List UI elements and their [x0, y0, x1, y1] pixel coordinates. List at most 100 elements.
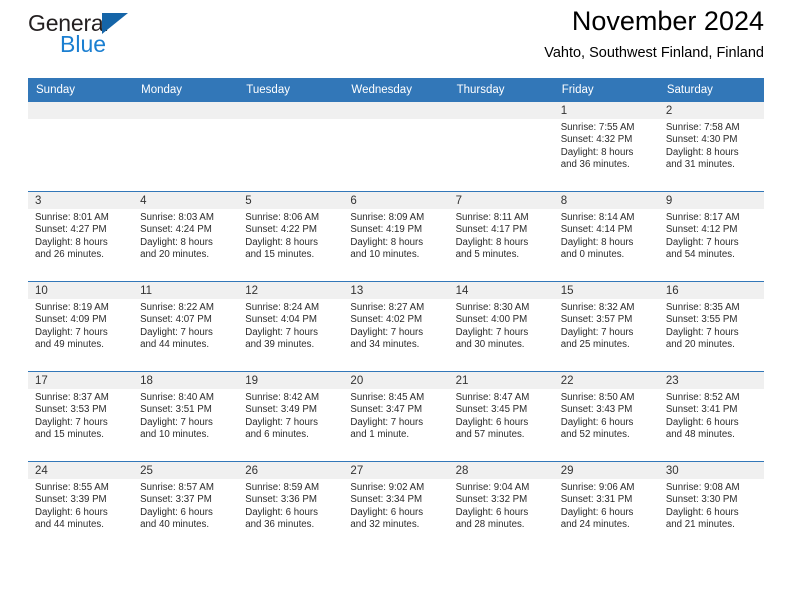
day-number: 7	[448, 192, 554, 209]
day-details: Sunrise: 9:02 AM Sunset: 3:34 PM Daylight:…	[343, 479, 448, 532]
day-detail-daylight2: and 20 minutes.	[140, 249, 210, 261]
calendar-day-cell[interactable]: 25 Sunrise: 8:57 AM Sunset: 3:37 PM Dayligh…	[133, 461, 239, 551]
day-details: Sunrise: 8:06 AM Sunset: 4:22 PM Daylight:…	[238, 209, 343, 262]
day-cell-inner: 19 Sunrise: 8:42 AM Sunset: 3:49 PM Dayligh…	[238, 372, 344, 461]
calendar-day-cell[interactable]: 30 Sunrise: 9:08 AM Sunset: 3:30 PM Dayligh…	[658, 461, 764, 551]
day-detail-sunrise: Sunrise: 8:22 AM	[140, 302, 214, 313]
day-detail-sunset: Sunset: 4:12 PM	[665, 224, 738, 236]
calendar-day-cell[interactable]: 4 Sunrise: 8:03 AM Sunset: 4:24 PM Daylight…	[133, 191, 239, 282]
day-detail-sunset: Sunset: 4:07 PM	[140, 314, 212, 326]
day-detail-daylight1: Daylight: 8 hours	[560, 146, 634, 158]
calendar-day-cell[interactable]: 29 Sunrise: 9:06 AM Sunset: 3:31 PM Dayligh…	[553, 461, 659, 551]
day-details: Sunrise: 9:06 AM Sunset: 3:31 PM Daylight:…	[554, 479, 659, 532]
calendar-day-cell[interactable]: 27 Sunrise: 9:02 AM Sunset: 3:34 PM Dayligh…	[343, 461, 449, 551]
day-detail-sunrise: Sunrise: 9:02 AM	[350, 482, 425, 493]
calendar-day-cell[interactable]: 5 Sunrise: 8:06 AM Sunset: 4:22 PM Daylight…	[238, 191, 344, 282]
day-details: Sunrise: 8:22 AM Sunset: 4:07 PM Daylight:…	[133, 299, 238, 352]
day-detail-sunrise: Sunrise: 8:40 AM	[140, 392, 214, 403]
day-details: Sunrise: 8:11 AM Sunset: 4:17 PM Daylight:…	[449, 209, 554, 262]
calendar-day-cell	[448, 102, 554, 192]
calendar-day-cell[interactable]: 10 Sunrise: 8:19 AM Sunset: 4:09 PM Dayligh…	[28, 281, 134, 372]
calendar-day-cell[interactable]: 12 Sunrise: 8:24 AM Sunset: 4:04 PM Dayligh…	[238, 281, 344, 372]
day-detail-sunrise: Sunrise: 8:59 AM	[245, 482, 320, 493]
calendar-day-cell[interactable]: 7 Sunrise: 8:11 AM Sunset: 4:17 PM Daylight…	[448, 191, 554, 282]
day-detail-daylight2: and 6 minutes.	[245, 429, 309, 441]
day-detail-sunset: Sunset: 4:22 PM	[245, 224, 317, 236]
day-detail-daylight2: and 20 minutes.	[665, 339, 735, 351]
day-detail-sunset: Sunset: 3:53 PM	[35, 404, 107, 416]
calendar-day-cell[interactable]: 26 Sunrise: 8:59 AM Sunset: 3:36 PM Dayligh…	[238, 461, 344, 551]
day-detail-daylight2: and 44 minutes.	[35, 519, 104, 531]
calendar-day-cell[interactable]: 9 Sunrise: 8:17 AM Sunset: 4:12 PM Daylight…	[658, 191, 764, 282]
day-number: 22	[553, 372, 659, 389]
day-detail-daylight2: and 36 minutes.	[245, 519, 315, 531]
day-details: Sunrise: 8:50 AM Sunset: 3:43 PM Daylight:…	[554, 389, 659, 442]
calendar-day-cell[interactable]: 3 Sunrise: 8:01 AM Sunset: 4:27 PM Daylight…	[28, 191, 134, 282]
brand-logo[interactable]: General Blue	[28, 12, 228, 68]
day-number: 28	[448, 462, 554, 479]
calendar-week-row: 3 Sunrise: 8:01 AM Sunset: 4:27 PM Daylight…	[28, 191, 764, 282]
day-cell-inner: 16 Sunrise: 8:35 AM Sunset: 3:55 PM Dayligh…	[658, 282, 764, 371]
day-number: 25	[133, 462, 239, 479]
day-cell-inner: 30 Sunrise: 9:08 AM Sunset: 3:30 PM Dayligh…	[658, 462, 764, 551]
calendar-day-cell[interactable]: 1 Sunrise: 7:55 AM Sunset: 4:32 PM Daylight…	[553, 102, 659, 192]
day-detail-sunset: Sunset: 4:19 PM	[350, 224, 423, 236]
calendar-day-cell[interactable]: 22 Sunrise: 8:50 AM Sunset: 3:43 PM Dayligh…	[553, 371, 659, 462]
day-detail-daylight2: and 30 minutes.	[455, 339, 525, 351]
day-detail-daylight2: and 10 minutes.	[350, 249, 420, 261]
day-detail-sunset: Sunset: 4:09 PM	[35, 314, 107, 326]
calendar-day-cell[interactable]: 16 Sunrise: 8:35 AM Sunset: 3:55 PM Dayligh…	[658, 281, 764, 372]
day-details: Sunrise: 8:45 AM Sunset: 3:47 PM Daylight:…	[343, 389, 448, 442]
day-detail-daylight2: and 26 minutes.	[35, 249, 104, 261]
day-detail-sunrise: Sunrise: 8:37 AM	[35, 392, 109, 403]
day-number: 17	[28, 372, 134, 389]
weekday-header-thursday: Thursday	[448, 78, 554, 102]
calendar-day-cell[interactable]: 28 Sunrise: 9:04 AM Sunset: 3:32 PM Dayligh…	[448, 461, 554, 551]
calendar-day-cell[interactable]: 23 Sunrise: 8:52 AM Sunset: 3:41 PM Dayligh…	[658, 371, 764, 462]
day-detail-daylight1: Daylight: 6 hours	[245, 506, 318, 518]
calendar-day-cell	[238, 102, 344, 192]
day-detail-daylight1: Daylight: 7 hours	[455, 326, 529, 338]
day-detail-daylight1: Daylight: 7 hours	[35, 326, 108, 338]
calendar-day-cell[interactable]: 21 Sunrise: 8:47 AM Sunset: 3:45 PM Dayligh…	[448, 371, 554, 462]
day-detail-daylight2: and 5 minutes.	[455, 249, 520, 261]
day-details: Sunrise: 9:04 AM Sunset: 3:32 PM Daylight:…	[449, 479, 554, 532]
calendar-day-cell	[343, 102, 449, 192]
calendar-day-cell[interactable]: 18 Sunrise: 8:40 AM Sunset: 3:51 PM Dayligh…	[133, 371, 239, 462]
brand-name-blue: Blue	[60, 31, 107, 57]
day-detail-sunrise: Sunrise: 8:27 AM	[350, 302, 425, 313]
day-cell-inner: 6 Sunrise: 8:09 AM Sunset: 4:19 PM Daylight…	[343, 192, 449, 281]
day-cell-inner: 21 Sunrise: 8:47 AM Sunset: 3:45 PM Dayligh…	[448, 372, 554, 461]
day-cell-inner: 15 Sunrise: 8:32 AM Sunset: 3:57 PM Dayligh…	[553, 282, 659, 371]
calendar-day-cell[interactable]: 8 Sunrise: 8:14 AM Sunset: 4:14 PM Daylight…	[553, 191, 659, 282]
calendar-day-cell[interactable]: 6 Sunrise: 8:09 AM Sunset: 4:19 PM Daylight…	[343, 191, 449, 282]
calendar-week-row: 1 Sunrise: 7:55 AM Sunset: 4:32 PM Daylight…	[28, 102, 764, 192]
day-detail-sunrise: Sunrise: 8:06 AM	[245, 212, 320, 223]
calendar-day-cell[interactable]: 24 Sunrise: 8:55 AM Sunset: 3:39 PM Dayligh…	[28, 461, 134, 551]
calendar-day-cell	[28, 102, 134, 192]
calendar-day-cell[interactable]: 14 Sunrise: 8:30 AM Sunset: 4:00 PM Dayligh…	[448, 281, 554, 372]
calendar-day-cell[interactable]: 11 Sunrise: 8:22 AM Sunset: 4:07 PM Dayligh…	[133, 281, 239, 372]
day-detail-daylight1: Daylight: 7 hours	[665, 236, 739, 248]
day-detail-sunset: Sunset: 4:04 PM	[245, 314, 317, 326]
calendar-day-cell[interactable]: 2 Sunrise: 7:58 AM Sunset: 4:30 PM Daylight…	[658, 102, 764, 192]
calendar-day-cell[interactable]: 17 Sunrise: 8:37 AM Sunset: 3:53 PM Dayligh…	[28, 371, 134, 462]
day-cell-inner: 28 Sunrise: 9:04 AM Sunset: 3:32 PM Dayligh…	[448, 462, 554, 551]
day-detail-sunset: Sunset: 4:30 PM	[665, 134, 738, 146]
day-detail-sunrise: Sunrise: 8:24 AM	[245, 302, 320, 313]
calendar-day-cell[interactable]: 15 Sunrise: 8:32 AM Sunset: 3:57 PM Dayligh…	[553, 281, 659, 372]
calendar-day-cell[interactable]: 19 Sunrise: 8:42 AM Sunset: 3:49 PM Dayligh…	[238, 371, 344, 462]
calendar-day-cell[interactable]: 20 Sunrise: 8:45 AM Sunset: 3:47 PM Dayligh…	[343, 371, 449, 462]
day-number: 4	[133, 192, 239, 209]
day-detail-sunset: Sunset: 4:00 PM	[455, 314, 528, 326]
calendar-week-row: 17 Sunrise: 8:37 AM Sunset: 3:53 PM Dayligh…	[28, 371, 764, 462]
calendar-day-cell[interactable]: 13 Sunrise: 8:27 AM Sunset: 4:02 PM Dayligh…	[343, 281, 449, 372]
day-detail-daylight1: Daylight: 7 hours	[350, 416, 424, 428]
day-detail-sunrise: Sunrise: 8:50 AM	[560, 392, 635, 403]
day-detail-daylight1: Daylight: 6 hours	[35, 506, 108, 518]
page-header: General Blue November 2024 Vahto, Southw…	[28, 0, 764, 78]
day-detail-daylight1: Daylight: 6 hours	[455, 416, 529, 428]
day-cell-inner	[133, 102, 239, 191]
calendar-week-row: 10 Sunrise: 8:19 AM Sunset: 4:09 PM Dayligh…	[28, 281, 764, 372]
day-detail-daylight1: Daylight: 7 hours	[665, 326, 739, 338]
